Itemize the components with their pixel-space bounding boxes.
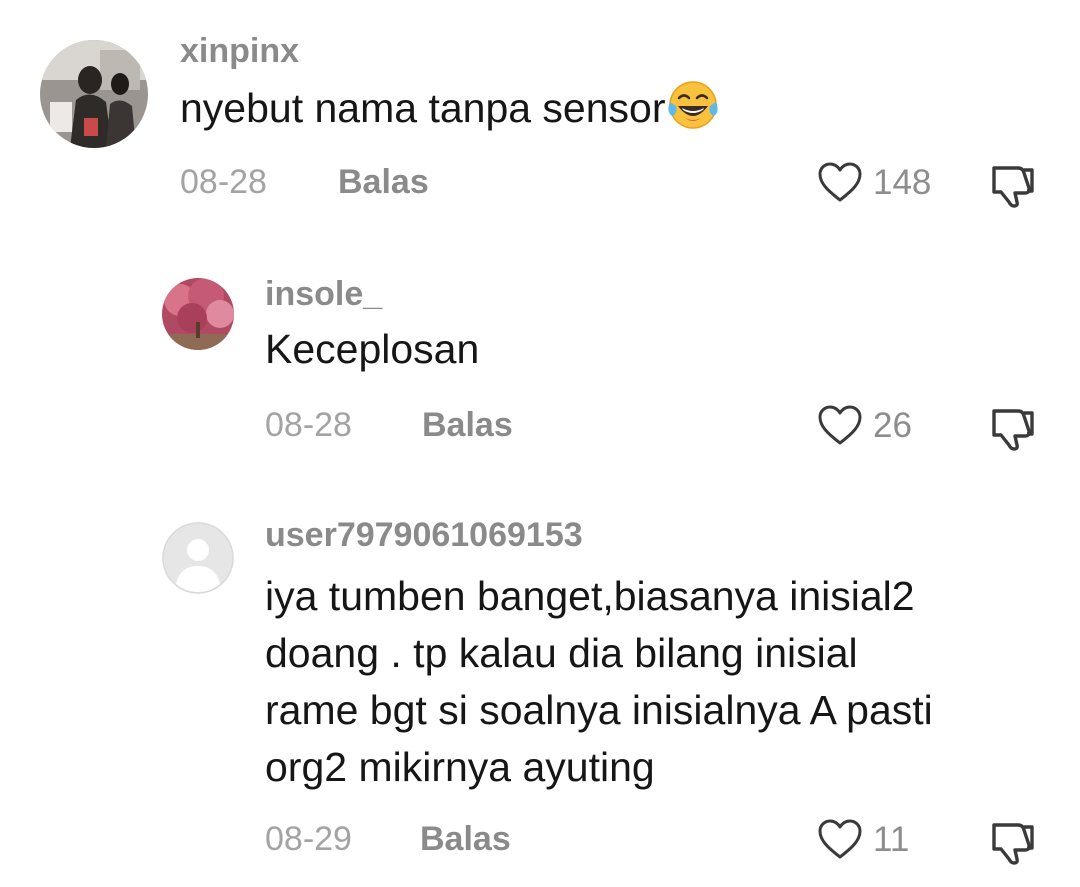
like-count: 11 xyxy=(873,819,910,859)
reply-button[interactable]: Balas xyxy=(422,408,513,442)
thumbs-down-icon[interactable] xyxy=(988,405,1038,451)
comment-date: 08-29 xyxy=(265,820,352,858)
thumbs-down-icon[interactable] xyxy=(988,162,1038,208)
comment-date: 08-28 xyxy=(180,163,267,201)
comment-text-line: iya tumben banget,biasanya inisial2 xyxy=(265,573,915,619)
comment-text-line: nyebut nama tanpa sensor xyxy=(180,85,666,131)
face-with-tears-of-joy-icon xyxy=(667,81,718,129)
avatar-photo xyxy=(162,278,234,350)
reply-button[interactable]: Balas xyxy=(338,165,429,199)
default-user-avatar[interactable] xyxy=(162,522,234,594)
like-button[interactable]: 148 xyxy=(817,161,931,203)
comment-username[interactable]: xinpinx xyxy=(180,34,299,68)
comment-text-line: Keceplosan xyxy=(265,326,480,372)
comment-username[interactable]: user7979061069153 xyxy=(265,518,583,552)
like-button[interactable]: 26 xyxy=(817,404,912,446)
heart-outline-icon xyxy=(818,405,862,445)
like-count: 148 xyxy=(873,162,932,202)
heart-outline-icon xyxy=(818,819,862,859)
comment-3: user7979061069153 iya tumben banget,bias… xyxy=(0,480,1080,887)
like-count: 26 xyxy=(873,405,912,445)
heart-outline-icon xyxy=(818,162,862,202)
default-avatar-icon xyxy=(162,522,234,594)
comment-text: Keceplosan xyxy=(265,321,479,378)
like-button[interactable]: 11 xyxy=(817,818,909,860)
comment-text-line: doang . tp kalau dia bilang inisial xyxy=(265,630,858,676)
thumbs-down-icon[interactable] xyxy=(988,819,1038,865)
comment-1: xinpinx nyebut nama tanpa sensor 08-28 B… xyxy=(0,0,1080,230)
avatar[interactable] xyxy=(40,40,148,148)
comment-text-line: org2 mikirnya ayuting xyxy=(265,744,655,790)
comment-text: iya tumben banget,biasanya inisial2 doan… xyxy=(265,568,933,796)
comment-2: insole_ Keceplosan 08-28 Balas 26 xyxy=(0,230,1080,480)
avatar-photo xyxy=(40,40,148,148)
avatar[interactable] xyxy=(162,278,234,350)
comment-text-line: rame bgt si soalnya inisialnya A pasti xyxy=(265,687,933,733)
comment-text: nyebut nama tanpa sensor xyxy=(180,78,720,137)
comment-username[interactable]: insole_ xyxy=(265,277,382,311)
comment-date: 08-28 xyxy=(265,406,352,444)
reply-button[interactable]: Balas xyxy=(420,822,511,856)
